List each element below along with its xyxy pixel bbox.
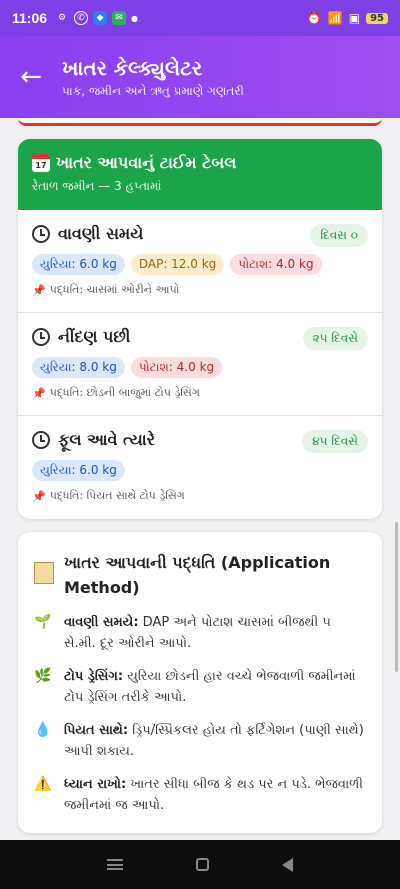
leaf-icon: 🌿 xyxy=(34,668,52,684)
warning-icon: ⚠️ xyxy=(34,776,52,792)
method-label: વાવણી સમયે: xyxy=(64,615,139,630)
page-subtitle: પાક, જમીન અને ઋતુ પ્રમાણે ગણતરી xyxy=(62,83,244,98)
method-row: 🌱 વાવણી સમયે: DAP અને પોટાશ ચાસમાં બીજથી… xyxy=(34,612,366,654)
timetable-card: 17 ખાતર આપવાનું ટાઈમ ટેબલ રેતાળ જમીન — 3… xyxy=(18,139,382,519)
method-row: ⚠️ ધ્યાન રાખો: ખાતર સીધા બીજ કે થડ પર ન … xyxy=(34,774,366,816)
pin-icon: 📌 xyxy=(32,283,46,297)
seedling-icon: 🌱 xyxy=(34,614,52,630)
stage-method: પદ્ધતિ: ચાસમાં ઓરીને આપો xyxy=(49,283,180,296)
back-triangle-icon[interactable] xyxy=(282,857,294,872)
stage-item: નીંદણ પછી ૨૫ દિવસે યુરિયા: 8.0 kg પોટાશ:… xyxy=(18,313,382,416)
pin-icon: 📌 xyxy=(32,489,46,503)
back-arrow-icon[interactable]: ← xyxy=(0,62,62,92)
sim-icon: ▣ xyxy=(348,11,361,25)
wifi-icon: 📶 xyxy=(327,11,343,25)
timetable-header: 17 ખાતર આપવાનું ટાઈમ ટેબલ રેતાળ જમીન — 3… xyxy=(18,139,382,210)
battery-indicator: 95 xyxy=(366,12,388,24)
water-drop-icon: 💧 xyxy=(34,722,52,738)
method-label: પિયત સાથે: xyxy=(64,723,129,738)
system-nav-bar xyxy=(0,840,400,889)
urea-pill: યુરિયા: 6.0 kg xyxy=(32,254,125,275)
urea-pill: યુરિયા: 6.0 kg xyxy=(32,460,125,481)
potash-pill: પોટાશ: 4.0 kg xyxy=(130,357,223,378)
stage-item: વાવણી સમયે દિવસ ૦ યુરિયા: 6.0 kg DAP: 12… xyxy=(18,210,382,313)
memo-icon xyxy=(34,562,54,584)
potash-pill: પોટાશ: 4.0 kg xyxy=(230,254,322,275)
mail-icon: ✉ xyxy=(112,11,127,25)
home-icon[interactable] xyxy=(195,858,209,871)
day-badge: ૨૫ દિવસે xyxy=(302,327,368,350)
pin-icon: 📌 xyxy=(32,386,46,400)
status-bar: 11:06 ⚙ ✆ ◆ ✉ ● ⏰ 📶 ▣ 95 xyxy=(0,0,400,36)
recent-apps-icon[interactable] xyxy=(106,859,123,870)
alarm-off-icon: ⏰ xyxy=(306,11,322,25)
stage-title: નીંદણ પછી xyxy=(58,327,131,346)
dot-icon: ● xyxy=(131,13,139,23)
application-method-card: ખાતર આપવાની પદ્ધતિ (Application Method) … xyxy=(18,532,382,833)
method-row: 💧 પિયત સાથે: ડ્રિપ/સ્પ્રિંકલર હોય તો ફર્… xyxy=(34,720,366,762)
stage-method: પદ્ધતિ: પિયત સાથે ટોપ ડ્રેસિંગ xyxy=(49,489,185,502)
application-title: ખાતર આપવાની પદ્ધતિ (Application Method) xyxy=(64,553,331,597)
day-badge: દિવસ ૦ xyxy=(310,224,368,247)
scrollbar[interactable] xyxy=(395,522,398,672)
clock-icon xyxy=(32,431,50,449)
status-time: 11:06 xyxy=(12,10,48,26)
day-badge: ૪૫ દિવસે xyxy=(302,430,368,453)
clock-icon xyxy=(32,225,50,243)
stage-item: ફૂલ આવે ત્યારે ૪૫ દિવસે યુરિયા: 6.0 kg 📌… xyxy=(18,416,382,519)
whatsapp-icon: ✆ xyxy=(74,11,89,25)
app-icon: ◆ xyxy=(93,11,108,25)
stage-title: વાવણી સમયે xyxy=(58,224,144,243)
app-bar: ← ખાતર કેલ્ક્યુલેટર પાક, જમીન અને ઋતુ પ્… xyxy=(0,36,400,118)
calendar-icon: 17 xyxy=(32,154,50,172)
page-title: ખાતર કેલ્ક્યુલેટર xyxy=(62,55,203,80)
scroll-content[interactable]: 17 ખાતર આપવાનું ટાઈમ ટેબલ રેતાળ જમીન — 3… xyxy=(0,118,400,840)
settings-icon: ⚙ xyxy=(58,13,67,23)
method-label: ટોપ ડ્રેસિંગ: xyxy=(64,669,124,684)
method-row: 🌿 ટોપ ડ્રેસિંગ: યુરિયા છોડની હાર વચ્ચે ભ… xyxy=(34,666,366,708)
timetable-subtitle: રેતાળ જમીન — 3 હપ્તામાં xyxy=(32,179,162,193)
method-label: ધ્યાન રાખો: xyxy=(64,777,127,792)
urea-pill: યુરિયા: 8.0 kg xyxy=(32,357,125,378)
previous-card-edge xyxy=(18,118,382,126)
dap-pill: DAP: 12.0 kg xyxy=(130,254,225,275)
stage-title: ફૂલ આવે ત્યારે xyxy=(58,430,155,449)
stage-method: પદ્ધતિ: છોડની બાજુમાં ટોપ ડ્રેસિંગ xyxy=(49,386,200,399)
timetable-title: ખાતર આપવાનું ટાઈમ ટેબલ xyxy=(56,153,237,172)
clock-icon xyxy=(32,328,50,346)
